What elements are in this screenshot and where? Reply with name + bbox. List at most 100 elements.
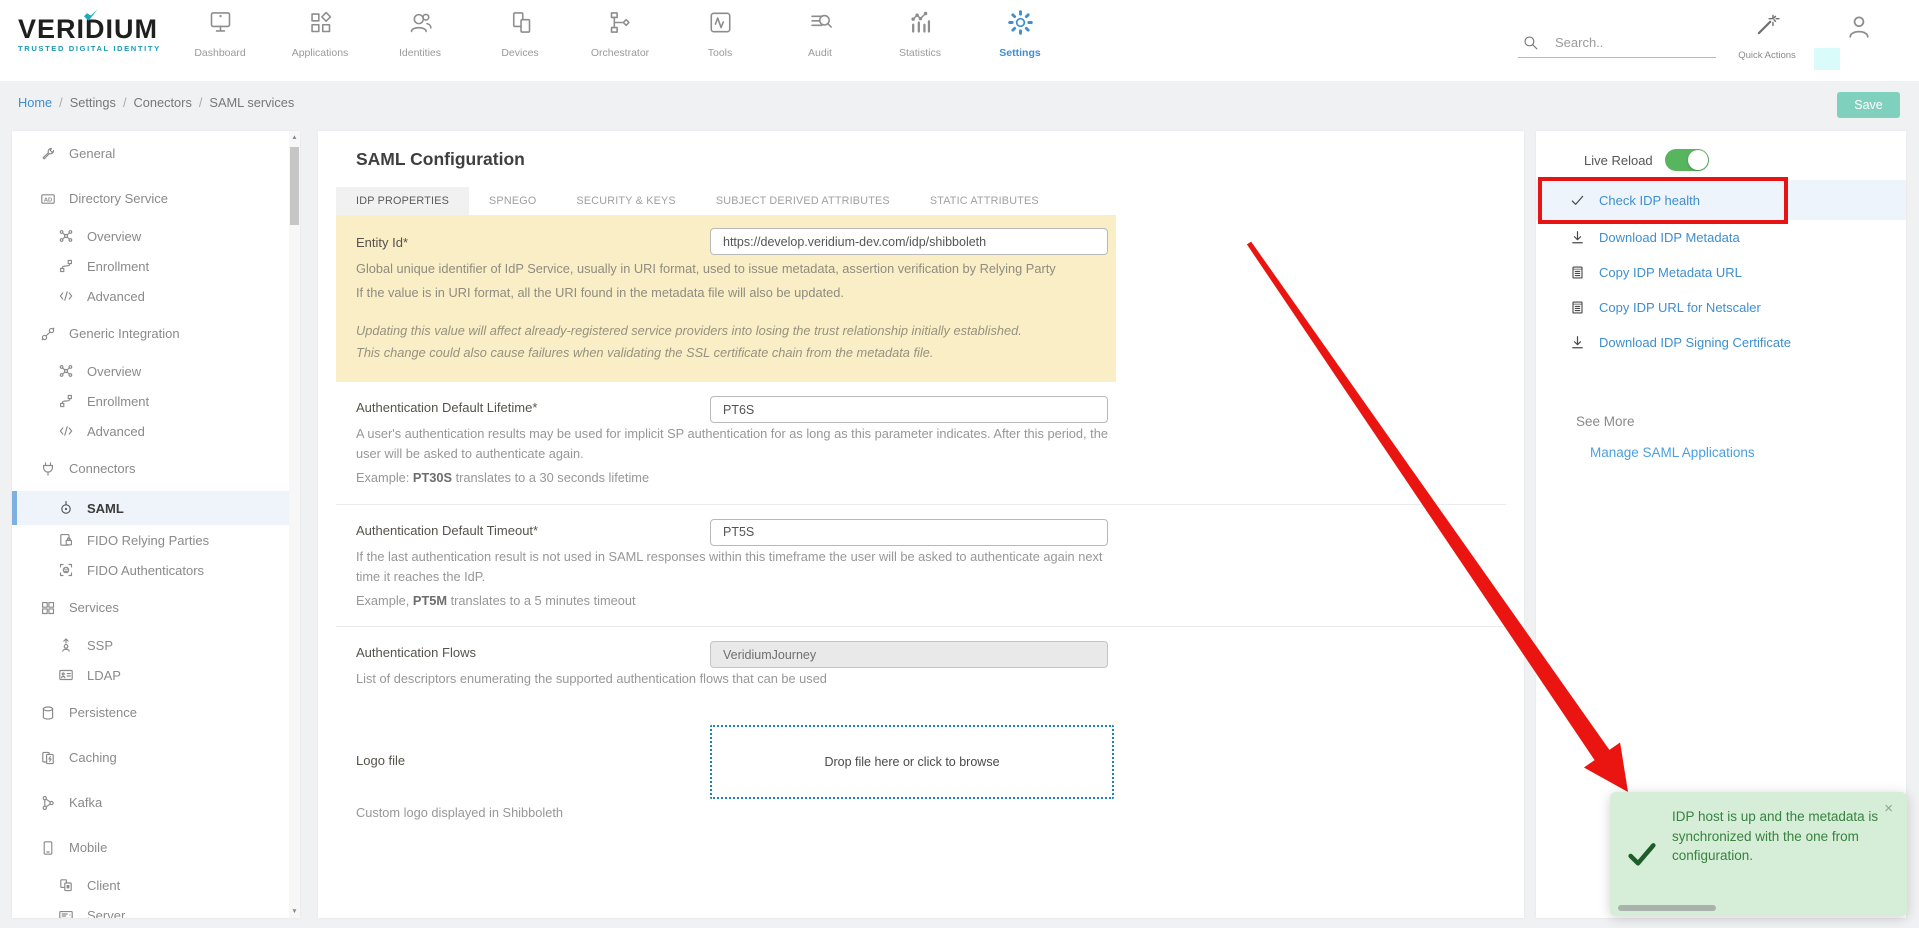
download-idp-metadata-button[interactable]: Download IDP Metadata	[1536, 220, 1906, 255]
example-suffix: translates to a 5 minutes timeout	[447, 593, 636, 608]
timeout-input[interactable]	[710, 519, 1108, 546]
sidebar-item-label: FIDO Authenticators	[87, 563, 204, 578]
identities-icon	[407, 9, 434, 36]
sidebar-item-generic-integration[interactable]: Generic Integration	[12, 311, 300, 356]
breadcrumb-conectors[interactable]: Conectors	[134, 95, 192, 110]
face-scan-icon	[58, 562, 74, 578]
flows-section: Authentication Flows List of descriptors…	[336, 626, 1506, 705]
contact-card-icon	[58, 667, 74, 683]
sidebar-item-gi-enrollment[interactable]: Enrollment	[12, 386, 300, 416]
live-reload-toggle[interactable]	[1665, 149, 1709, 171]
sidebar-item-ldap[interactable]: LDAP	[12, 660, 300, 690]
breadcrumb-separator: /	[123, 95, 127, 110]
nav-label: Applications	[270, 47, 370, 59]
person-icon	[1845, 13, 1873, 41]
toast-close-icon[interactable]: ×	[1884, 800, 1893, 817]
nav-item-audit[interactable]: Audit	[770, 9, 870, 59]
breadcrumb-home[interactable]: Home	[18, 95, 52, 110]
sidebar-item-gi-overview[interactable]: Overview	[12, 356, 300, 386]
copy-icon	[1570, 265, 1585, 280]
sidebar-item-directory-service[interactable]: ADDirectory Service	[12, 176, 300, 221]
sidebar-item-label: Enrollment	[87, 394, 149, 409]
sidebar-item-kafka[interactable]: Kafka	[12, 780, 300, 825]
notification-badge	[1814, 48, 1840, 70]
sidebar-item-services[interactable]: Services	[12, 585, 300, 630]
nav-label: Devices	[470, 47, 570, 59]
dashboard-icon	[207, 9, 234, 36]
sidebar-item-client[interactable]: Client	[12, 870, 300, 900]
sidebar-item-caching[interactable]: Caching	[12, 735, 300, 780]
sidebar-item-gi-advanced[interactable]: Advanced	[12, 416, 300, 446]
sidebar-item-ds-overview[interactable]: Overview	[12, 221, 300, 251]
breadcrumb-settings[interactable]: Settings	[70, 95, 116, 110]
copy-idp-url-netscaler-button[interactable]: Copy IDP URL for Netscaler	[1536, 290, 1906, 325]
sidebar-item-ds-advanced[interactable]: Advanced	[12, 281, 300, 311]
plug-icon	[40, 326, 56, 342]
mobile-icon	[40, 840, 56, 856]
action-label: Check IDP health	[1599, 193, 1700, 208]
sidebar-scrollbar[interactable]: ▲ ▼	[289, 131, 300, 918]
nav-item-devices[interactable]: Devices	[470, 9, 570, 59]
tab-bar: IDP PROPERTIES SPNEGO SECURITY & KEYS SU…	[336, 187, 1524, 215]
sidebar-item-label: Server	[87, 908, 125, 919]
nav-item-dashboard[interactable]: Dashboard	[170, 9, 270, 59]
scroll-up-icon[interactable]: ▲	[289, 134, 300, 141]
tab-spnego[interactable]: SPNEGO	[469, 187, 556, 215]
sidebar-item-saml[interactable]: SAML	[12, 491, 300, 525]
toggle-knob	[1688, 150, 1708, 170]
sidebar-item-label: LDAP	[87, 668, 121, 683]
gear-icon	[1007, 9, 1034, 36]
tab-static-attributes[interactable]: STATIC ATTRIBUTES	[910, 187, 1059, 215]
entity-id-input[interactable]	[710, 228, 1108, 255]
quick-actions-label: Quick Actions	[1726, 50, 1808, 61]
nav-item-orchestrator[interactable]: Orchestrator	[570, 9, 670, 59]
sidebar-item-label: General	[69, 146, 115, 161]
sidebar-item-label: Client	[87, 878, 120, 893]
lifetime-input[interactable]	[710, 396, 1108, 423]
page-title: SAML Configuration	[356, 149, 1524, 170]
sidebar-item-fido-relying-parties[interactable]: FIDO Relying Parties	[12, 525, 300, 555]
nodes-icon	[58, 228, 74, 244]
sidebar-item-connectors[interactable]: Connectors	[12, 446, 300, 491]
server-icon	[58, 907, 74, 918]
nav-item-tools[interactable]: Tools	[670, 9, 770, 59]
tab-idp-properties[interactable]: IDP PROPERTIES	[336, 187, 469, 215]
logo-dropzone[interactable]: Drop file here or click to browse	[710, 725, 1114, 799]
sidebar-item-mobile[interactable]: Mobile	[12, 825, 300, 870]
sidebar-item-persistence[interactable]: Persistence	[12, 690, 300, 735]
sidebar-item-label: Advanced	[87, 289, 145, 304]
quick-actions-button[interactable]: Quick Actions	[1726, 12, 1808, 61]
tab-security-keys[interactable]: SECURITY & KEYS	[556, 187, 695, 215]
check-idp-health-button[interactable]: Check IDP health	[1536, 180, 1906, 220]
enrollment-icon	[58, 393, 74, 409]
save-button[interactable]: Save	[1837, 92, 1900, 118]
nav-item-identities[interactable]: Identities	[370, 9, 470, 59]
sidebar-item-label: Persistence	[69, 705, 137, 720]
sidebar-item-label: Kafka	[69, 795, 102, 810]
live-reload-row: Live Reload	[1536, 148, 1906, 172]
sidebar-item-ds-enrollment[interactable]: Enrollment	[12, 251, 300, 281]
user-profile-button[interactable]	[1845, 13, 1873, 41]
sidebar-item-fido-authenticators[interactable]: FIDO Authenticators	[12, 555, 300, 585]
download-idp-signing-certificate-button[interactable]: Download IDP Signing Certificate	[1536, 325, 1906, 360]
sidebar-item-general[interactable]: General	[12, 131, 300, 176]
sidebar-list: General ADDirectory Service Overview Enr…	[12, 131, 300, 918]
veridium-logo[interactable]: VERIDIUM TRUSTED DIGITAL IDENTITY	[18, 15, 161, 53]
scroll-down-icon[interactable]: ▼	[289, 908, 300, 915]
nav-item-settings[interactable]: Settings	[970, 9, 1070, 59]
breadcrumb-saml-services: SAML services	[209, 95, 294, 110]
search-input[interactable]: Search..	[1518, 28, 1716, 58]
grid-icon	[40, 600, 56, 616]
scrollbar-thumb[interactable]	[290, 147, 299, 225]
manage-saml-applications-link[interactable]: Manage SAML Applications	[1590, 445, 1755, 460]
sidebar-item-server[interactable]: Server	[12, 900, 300, 918]
action-label: Copy IDP URL for Netscaler	[1599, 300, 1761, 315]
sidebar-item-label: Overview	[87, 364, 141, 379]
tab-subject-derived-attributes[interactable]: SUBJECT DERIVED ATTRIBUTES	[696, 187, 910, 215]
magic-wand-icon	[1754, 12, 1780, 38]
sidebar-item-ssp[interactable]: SSP	[12, 630, 300, 660]
logo-checkmark-icon	[80, 8, 100, 26]
nav-item-statistics[interactable]: Statistics	[870, 9, 970, 59]
nav-item-applications[interactable]: Applications	[270, 9, 370, 59]
copy-idp-metadata-url-button[interactable]: Copy IDP Metadata URL	[1536, 255, 1906, 290]
